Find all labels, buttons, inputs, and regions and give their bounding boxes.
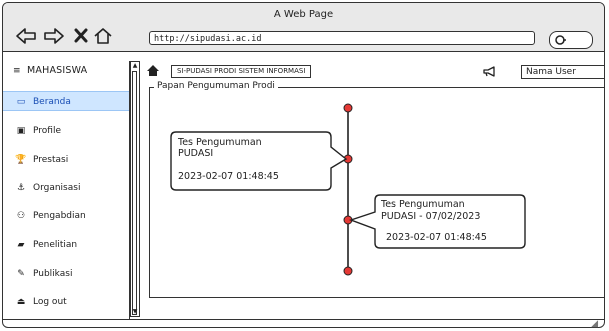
home-icon[interactable] [146,64,160,77]
announcement-title: Tes Pengumuman [380,199,465,210]
forward-arrow-icon[interactable] [43,26,65,46]
sidebar-item-prestasi[interactable]: 🏆 Prestasi [3,150,129,170]
announcement-timestamp: 2023-02-07 01:48:45 [386,232,487,243]
sidebar-item-pengabdian[interactable]: ⚇ Pengabdian [3,206,129,226]
announcement-timeline: Tes Pengumuman PUDASI 2023-02-07 01:48:4… [170,103,526,276]
user-name[interactable]: Nama User [521,65,605,79]
timeline-marker [343,266,353,276]
sidebar-item-log-out[interactable]: ⏏ Log out [3,292,129,312]
search-button[interactable] [549,31,593,49]
scrollbar-thumb[interactable] [132,71,137,315]
sidebar-item-icon: ▰ [17,240,25,250]
browser-window: A Web Page http://sipudasi.ac.id ≡ MAHASI… [2,2,605,330]
back-arrow-icon[interactable] [15,26,37,46]
sidebar-item-beranda[interactable]: ▭ Beranda [3,91,129,111]
scroll-up-icon[interactable]: ▲ [131,62,139,70]
sidebar-header-label: MAHASISWA [27,65,88,76]
sidebar-item-icon: ✎ [17,269,25,279]
scroll-down-icon[interactable]: ▼ [131,308,139,316]
resize-grip-icon[interactable]: ◢ [591,319,598,329]
timeline-marker [343,103,353,113]
sidebar-item-label: Pengabdian [33,211,86,221]
sidebar-item-icon: ▣ [16,126,26,136]
sidebar-item-penelitian[interactable]: ▰ Penelitian [3,235,129,255]
sidebar-scrollbar[interactable]: ▲ ▼ [130,61,140,317]
menu-icon: ≡ [13,66,21,76]
announcement-timestamp: 2023-02-07 01:48:45 [178,171,279,182]
browser-titlebar: A Web Page http://sipudasi.ac.id [3,3,604,52]
announcement-subtitle: PUDASI [178,148,213,159]
sidebar-item-icon: ⚇ [16,211,26,221]
sidebar-item-icon: 🏆 [15,155,27,165]
announcement-card[interactable]: Tes Pengumuman PUDASI 2023-02-07 01:48:4… [170,131,348,191]
sidebar-item-label: Profile [33,126,61,136]
announcement-subtitle: PUDASI - 07/02/2023 [381,211,480,222]
search-icon [555,35,566,45]
sidebar-item-profile[interactable]: ▣ Profile [3,121,129,141]
sidebar-item-organisasi[interactable]: ⚓ Organisasi [3,178,129,198]
sidebar: ≡ MAHASISWA ▭ Beranda ▣ Profile 🏆 Prestasi ⚓ Org… [3,61,130,319]
sidebar-item-label: Organisasi [33,183,81,193]
announcement-card[interactable]: Tes Pengumuman PUDASI - 07/02/2023 2023-… [348,194,526,249]
sidebar-item-icon: ⏏ [16,297,26,307]
breadcrumb[interactable]: SI-PUDASI PRODI SISTEM INFORMASI [171,65,312,78]
sidebar-item-label: Log out [33,297,67,307]
announcement-panel: Papan Pengumuman Prodi Tes Pengumuman PU… [149,81,605,298]
window-title: A Web Page [273,9,334,20]
sidebar-item-label: Penelitian [33,240,78,250]
sidebar-item-icon: ▭ [16,97,26,107]
sidebar-item-publikasi[interactable]: ✎ Publikasi [3,264,129,284]
close-icon[interactable] [70,26,92,46]
sidebar-item-label: Prestasi [33,155,69,165]
home-icon[interactable] [92,26,114,46]
announcement-title: Tes Pengumuman [177,137,262,148]
sidebar-item-label: Publikasi [33,269,73,279]
sidebar-header: ≡ MAHASISWA [13,65,87,76]
status-bar: ◢ [3,319,604,330]
url-input[interactable]: http://sipudasi.ac.id [149,31,535,45]
sidebar-item-label: Beranda [33,97,71,107]
megaphone-icon[interactable] [483,66,497,77]
content-topbar: SI-PUDASI PRODI SISTEM INFORMASI Nama Us… [143,61,605,81]
sidebar-item-icon: ⚓ [16,183,26,193]
